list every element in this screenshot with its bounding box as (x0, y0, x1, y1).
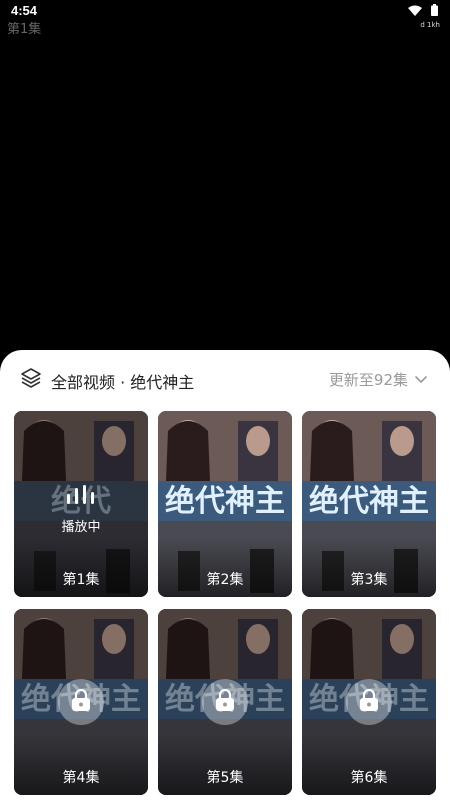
svg-text:绝代神主: 绝代神主 (309, 484, 429, 519)
episode-tile[interactable]: 绝代神主 第6集 (302, 609, 436, 795)
episode-sheet: 全部视频 · 绝代神主 更新至92集 绝代 播放中 第1集 绝代神主 第2集 绝… (0, 350, 450, 800)
episode-label: 第4集 (62, 770, 100, 786)
lock-badge (202, 679, 248, 725)
network-speed: d 1kh (420, 21, 440, 29)
playing-bars-icon (63, 485, 99, 511)
episode-label: 第1集 (62, 572, 100, 588)
episode-tile[interactable]: 绝代神主 第4集 (14, 609, 148, 795)
lock-badge (346, 679, 392, 725)
chevron-down-icon (414, 370, 428, 389)
episode-label: 第6集 (350, 770, 388, 786)
battery-icon (431, 4, 438, 16)
update-selector[interactable]: 更新至92集 (329, 369, 428, 390)
lock-badge (58, 679, 104, 725)
episode-label: 第3集 (350, 572, 388, 588)
playing-label: 播放中 (61, 520, 101, 535)
status-time: 4:54 (11, 3, 38, 18)
episode-tile[interactable]: 绝代神主 第2集 (158, 411, 292, 597)
episode-grid: 绝代 播放中 第1集 绝代神主 第2集 绝代神主 第3集 第4集 第5集 第6集 (14, 411, 436, 795)
status-bar: 4:54 d 1kh (0, 0, 450, 29)
episode-tile[interactable]: 绝代神主 第5集 (158, 609, 292, 795)
sheet-title: 全部视频 · 绝代神主 (51, 373, 195, 392)
wifi-icon (408, 5, 422, 16)
episode-tile[interactable]: 绝代神主 第3集 (302, 411, 436, 597)
status-icons (408, 4, 438, 16)
episode-tile[interactable]: 绝代 播放中 第1集 (14, 411, 148, 597)
sheet-header: 全部视频 · 绝代神主 更新至92集 (0, 350, 450, 408)
update-status: 更新至92集 (328, 371, 408, 389)
svg-text:绝代神主: 绝代神主 (165, 484, 285, 519)
episode-label: 第2集 (206, 572, 244, 588)
lock-icon (215, 688, 235, 716)
episode-label: 第5集 (206, 770, 244, 786)
layers-icon (20, 367, 42, 393)
lock-icon (359, 688, 379, 716)
lock-icon (71, 688, 91, 716)
current-episode-title: 第1集 (7, 22, 42, 37)
